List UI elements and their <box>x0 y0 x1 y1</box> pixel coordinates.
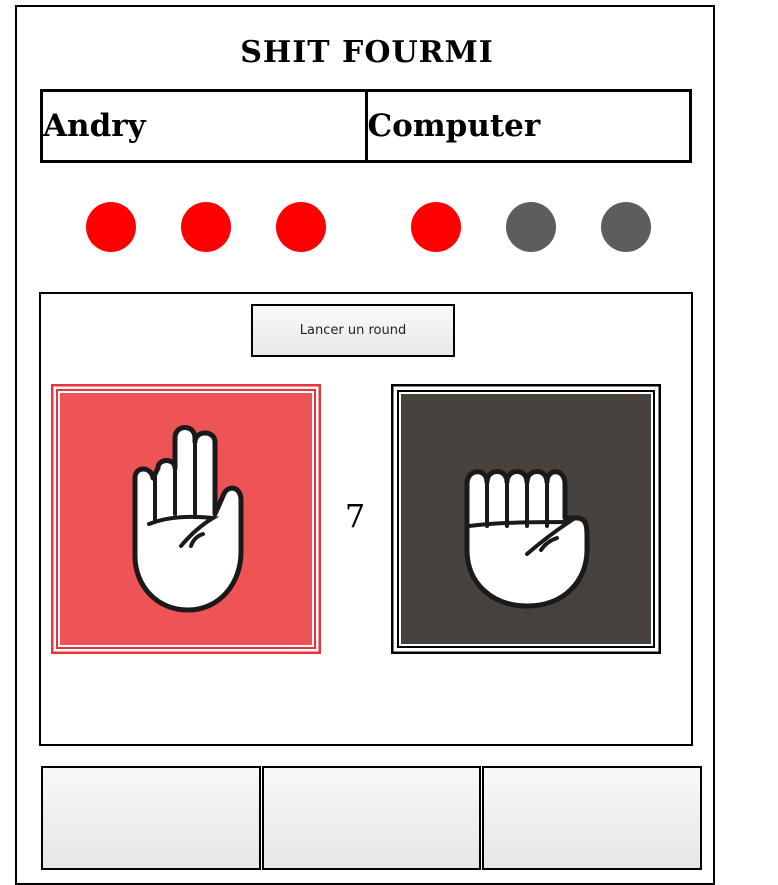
launch-round-button[interactable]: Lancer un round <box>251 304 455 357</box>
game-title: SHIT FOURMI <box>240 35 494 70</box>
round-counter: 7 <box>344 497 366 535</box>
choice-button-3[interactable] <box>482 766 703 870</box>
player-name: Andry <box>43 108 146 144</box>
computer-hand-card <box>391 384 661 654</box>
player-life-1 <box>86 202 136 252</box>
scoreboard: Andry Computer <box>40 89 692 163</box>
choice-buttons <box>41 766 703 870</box>
closed-fist-hand-icon <box>391 384 661 654</box>
player-life-2 <box>181 202 231 252</box>
open-palm-hand-icon <box>51 384 321 654</box>
player-hand-card <box>51 384 321 654</box>
computer-life-3 <box>601 202 651 252</box>
computer-name: Computer <box>364 92 690 160</box>
choice-button-2[interactable] <box>261 766 482 870</box>
choice-button-1[interactable] <box>41 766 261 870</box>
computer-life-2 <box>506 202 556 252</box>
player-life-3 <box>276 202 326 252</box>
computer-life-1 <box>411 202 461 252</box>
